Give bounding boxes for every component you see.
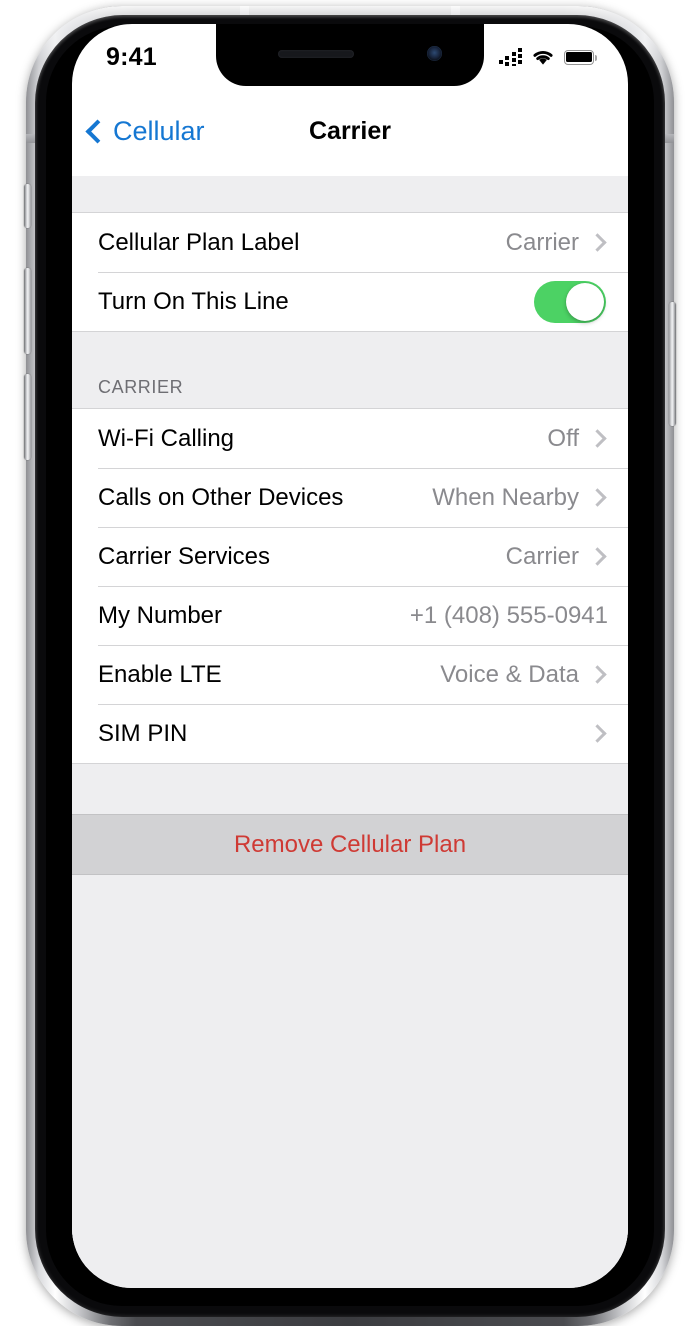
chevron-right-icon <box>588 724 607 743</box>
row-label: Calls on Other Devices <box>98 483 344 511</box>
iphone-device: 9:41 Cellular Carrier Cellular Plan Labe… <box>24 6 676 1326</box>
row-sim-pin[interactable]: SIM PIN <box>72 704 628 763</box>
row-label: Carrier Services <box>98 542 271 570</box>
row-accessory: Voice & Data <box>440 661 608 689</box>
wifi-icon <box>533 51 553 65</box>
display-notch <box>216 24 484 86</box>
chevron-right-icon <box>588 429 607 448</box>
section-header-carrier: CARRIER <box>72 332 628 408</box>
chevron-right-icon <box>588 233 607 252</box>
section-gap-top <box>72 176 628 212</box>
row-accessory <box>579 724 608 743</box>
antenna-band-right <box>664 134 674 143</box>
row-enable-lte[interactable]: Enable LTE Voice & Data <box>72 645 628 704</box>
battery-full-icon <box>564 49 598 65</box>
back-button-label: Cellular <box>113 115 205 146</box>
row-label: SIM PIN <box>98 719 188 747</box>
row-accessory: When Nearby <box>432 484 608 512</box>
row-calls-on-other-devices[interactable]: Calls on Other Devices When Nearby <box>72 468 628 527</box>
row-accessory: Carrier <box>506 543 608 571</box>
row-value: Voice & Data <box>440 660 579 688</box>
section-plan: Cellular Plan Label Carrier Turn On This… <box>72 212 628 332</box>
row-label: Enable LTE <box>98 660 222 688</box>
row-wifi-calling[interactable]: Wi-Fi Calling Off <box>72 409 628 468</box>
row-label: My Number <box>98 601 223 629</box>
status-bar-time: 9:41 <box>106 42 157 71</box>
volume-up-button[interactable] <box>24 268 31 354</box>
row-carrier-services[interactable]: Carrier Services Carrier <box>72 527 628 586</box>
row-label: Turn On This Line <box>98 287 289 315</box>
chevron-left-icon <box>85 118 110 144</box>
row-value: Carrier <box>505 228 579 256</box>
row-accessory: Off <box>547 425 608 453</box>
remove-cellular-plan-button[interactable]: Remove Cellular Plan <box>72 815 628 874</box>
toggle-knob <box>566 282 604 321</box>
settings-list[interactable]: Cellular Plan Label Carrier Turn On This… <box>72 176 628 1288</box>
navigation-bar: Cellular Carrier <box>72 86 628 176</box>
row-value: When Nearby <box>432 483 579 511</box>
section-gap-destructive <box>72 764 628 814</box>
side-power-button[interactable] <box>669 302 676 426</box>
section-remove-plan: Remove Cellular Plan <box>72 814 628 875</box>
mute-switch[interactable] <box>24 184 31 228</box>
front-camera-icon <box>427 46 442 61</box>
row-accessory: +1 (408) 555-0941 <box>410 602 608 630</box>
earpiece-speaker-icon <box>278 50 354 58</box>
row-label: Cellular Plan Label <box>98 228 300 256</box>
phone-screen: 9:41 Cellular Carrier Cellular Plan Labe… <box>72 24 628 1288</box>
row-accessory <box>534 280 608 323</box>
row-value: Carrier <box>505 542 579 570</box>
chevron-right-icon <box>588 665 607 684</box>
section-carrier: Wi-Fi Calling Off Calls on Other Devices… <box>72 408 628 764</box>
back-button[interactable]: Cellular <box>85 115 205 147</box>
turn-on-this-line-toggle[interactable] <box>534 280 606 323</box>
chevron-right-icon <box>588 547 607 566</box>
row-cellular-plan-label[interactable]: Cellular Plan Label Carrier <box>72 213 628 272</box>
chevron-right-icon <box>588 488 607 507</box>
row-value: Off <box>547 424 579 452</box>
cellular-signal-dots-icon <box>498 48 522 66</box>
status-bar-indicators <box>498 48 598 66</box>
row-value: +1 (408) 555-0941 <box>409 601 608 629</box>
volume-down-button[interactable] <box>24 374 31 460</box>
row-label: Wi-Fi Calling <box>98 424 235 452</box>
remove-cellular-plan-label: Remove Cellular Plan <box>233 830 467 858</box>
row-accessory: Carrier <box>506 229 608 257</box>
content-bottom-spacer <box>72 875 628 1275</box>
row-turn-on-this-line[interactable]: Turn On This Line <box>72 272 628 331</box>
row-my-number: My Number +1 (408) 555-0941 <box>72 586 628 645</box>
